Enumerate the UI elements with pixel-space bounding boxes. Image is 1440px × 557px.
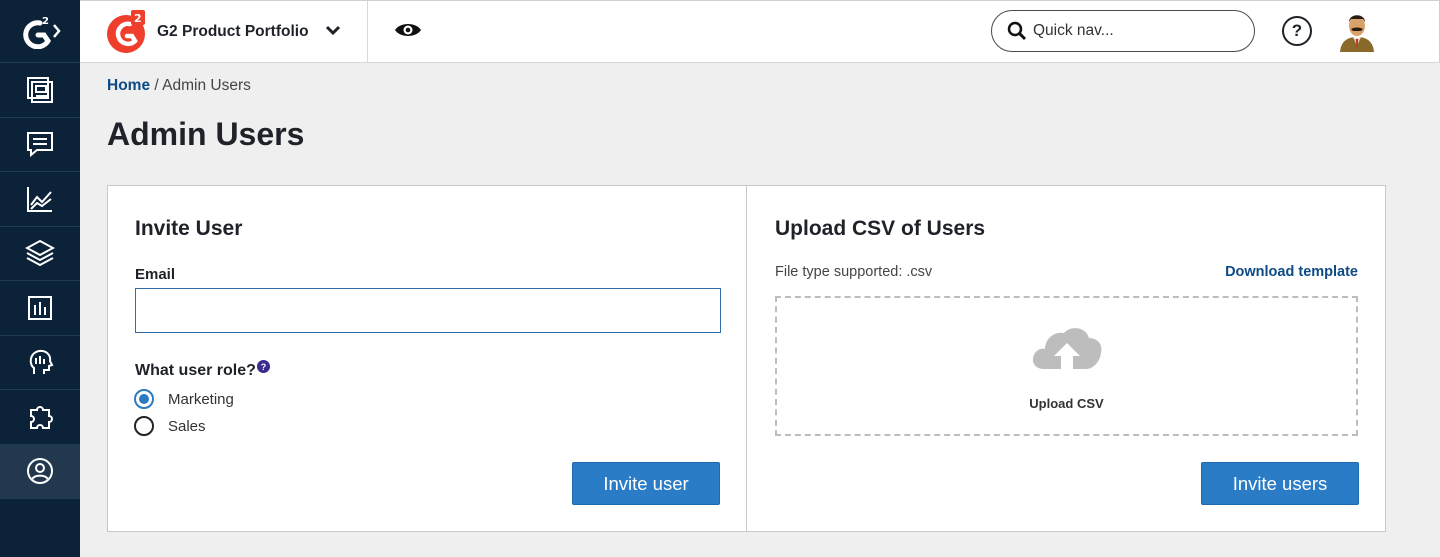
sidebar-item-user-admin[interactable] bbox=[0, 444, 80, 499]
sidebar-item-content[interactable] bbox=[0, 281, 80, 336]
reports-icon bbox=[27, 186, 52, 212]
reviews-icon bbox=[27, 132, 53, 158]
g2-logo-icon: 2 bbox=[23, 16, 61, 49]
sidebar-item-reviews[interactable] bbox=[0, 118, 80, 172]
breadcrumb-home-link[interactable]: Home bbox=[107, 77, 150, 94]
role-option-label: Marketing bbox=[168, 390, 234, 408]
invite-users-button[interactable]: Invite users bbox=[1201, 462, 1359, 505]
chevron-down-icon bbox=[326, 25, 340, 35]
sidebar-logo-toggle[interactable]: 2 bbox=[0, 0, 80, 63]
help-icon[interactable]: ? bbox=[1282, 16, 1312, 46]
admin-users-card: Invite User Email What user role? ? Mark… bbox=[107, 185, 1386, 532]
role-option-label: Sales bbox=[168, 417, 206, 435]
eye-icon[interactable] bbox=[394, 19, 422, 41]
role-option-marketing[interactable]: Marketing bbox=[134, 389, 234, 409]
page-title: Admin Users bbox=[107, 116, 305, 152]
g2-brand-logo-icon: 2 bbox=[107, 10, 145, 53]
user-admin-icon bbox=[27, 458, 53, 485]
upload-csv-title: Upload CSV of Users bbox=[775, 217, 986, 240]
content-icon bbox=[28, 295, 52, 320]
upload-csv-label: Upload CSV bbox=[1029, 396, 1104, 411]
avatar[interactable] bbox=[1337, 10, 1377, 52]
sidebar-item-layers[interactable] bbox=[0, 227, 80, 281]
sidebar-item-product-profile[interactable] bbox=[0, 63, 80, 118]
card-divider bbox=[746, 186, 747, 531]
product-name: G2 Product Portfolio bbox=[157, 23, 309, 40]
search-icon bbox=[1007, 21, 1027, 41]
file-type-note: File type supported: .csv bbox=[775, 264, 933, 280]
product-profile-icon bbox=[27, 76, 53, 103]
svg-text:2: 2 bbox=[134, 12, 142, 25]
top-bar: 2 G2 Product Portfolio Quick nav... ? bbox=[80, 0, 1440, 63]
breadcrumb-current: Admin Users bbox=[162, 77, 251, 94]
breadcrumb: Home / Admin Users bbox=[107, 77, 251, 95]
invite-user-button[interactable]: Invite user bbox=[572, 462, 720, 505]
role-help-icon[interactable]: ? bbox=[257, 360, 270, 373]
sales-radio[interactable] bbox=[134, 416, 154, 436]
marketing-radio[interactable] bbox=[134, 389, 154, 409]
csv-dropzone[interactable]: Upload CSV bbox=[775, 296, 1358, 436]
invite-user-title: Invite User bbox=[135, 217, 243, 240]
sidebar-item-reports[interactable] bbox=[0, 172, 80, 227]
quick-nav-search[interactable]: Quick nav... bbox=[991, 10, 1255, 52]
search-input[interactable]: Quick nav... bbox=[1033, 22, 1114, 40]
buyer-intent-icon bbox=[29, 350, 54, 375]
integrations-icon bbox=[30, 405, 53, 429]
product-switcher[interactable]: 2 G2 Product Portfolio bbox=[80, 1, 368, 63]
download-template-link[interactable]: Download template bbox=[1225, 264, 1358, 280]
email-label: Email bbox=[135, 266, 176, 283]
svg-text:2: 2 bbox=[42, 16, 49, 27]
sidebar-item-integrations[interactable] bbox=[0, 390, 80, 445]
breadcrumb-separator: / bbox=[154, 77, 159, 94]
cloud-upload-icon bbox=[1032, 328, 1102, 371]
layers-icon bbox=[25, 240, 55, 267]
email-field[interactable] bbox=[135, 288, 721, 333]
user-role-label: What user role? bbox=[135, 362, 256, 379]
role-option-sales[interactable]: Sales bbox=[134, 416, 206, 436]
sidebar: 2 bbox=[0, 0, 80, 557]
sidebar-item-buyer-intent[interactable] bbox=[0, 336, 80, 390]
